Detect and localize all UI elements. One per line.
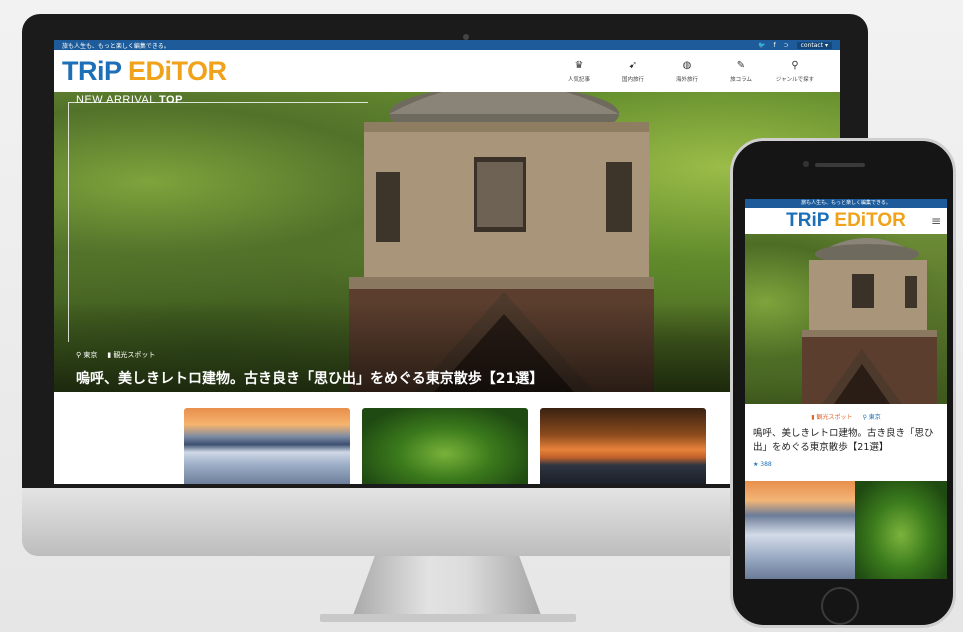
facebook-icon[interactable]: f bbox=[773, 42, 775, 49]
label-new-arrival: NEW ARRIVAL bbox=[76, 94, 160, 106]
nav-column[interactable]: ✎ 旅コラム bbox=[718, 60, 764, 83]
logo-part-trip: TRiP bbox=[62, 55, 122, 86]
desktop-screen: 旅も人生も、もっと楽しく編集できる。 🐦 f ⊃ contact ▾ TRiP … bbox=[54, 40, 840, 484]
thumb-sea-of-clouds[interactable] bbox=[745, 481, 855, 579]
category-text: 観光スポット bbox=[113, 351, 156, 359]
hero-section-label: NEW ARRIVAL TOP bbox=[76, 94, 183, 106]
mobile-category[interactable]: ▮ 観光スポット bbox=[811, 412, 852, 421]
thumb-sea-of-clouds[interactable] bbox=[184, 408, 350, 484]
nav-label: 人気記事 bbox=[567, 76, 590, 83]
thumb-moss-forest[interactable] bbox=[855, 481, 947, 579]
logo-part-editor: EDiTOR bbox=[128, 55, 227, 86]
twitter-icon[interactable]: 🐦 bbox=[758, 42, 765, 49]
mobile-meta: ▮ 観光スポット ⚲ 東京 bbox=[745, 412, 947, 421]
column-icon: ✎ bbox=[736, 59, 746, 71]
desktop-header: TRiP EDiTOR ♛ 人気記事 ➹ 国内旅行 ◍ 海外旅行 ✎ 旅コラム … bbox=[54, 50, 840, 92]
topbar-links: 🐦 f ⊃ contact ▾ bbox=[758, 41, 832, 49]
contact-link[interactable]: contact ▾ bbox=[796, 41, 832, 49]
mobile-site-logo[interactable]: TRiP EDiTOR bbox=[786, 210, 906, 232]
nav-popular[interactable]: ♛ 人気記事 bbox=[556, 60, 602, 83]
phone-speaker bbox=[815, 163, 865, 167]
mobile-location[interactable]: ⚲ 東京 bbox=[862, 412, 880, 421]
nav-label: 国内旅行 bbox=[621, 76, 644, 83]
nav-domestic[interactable]: ➹ 国内旅行 bbox=[610, 60, 656, 83]
main-nav: ♛ 人気記事 ➹ 国内旅行 ◍ 海外旅行 ✎ 旅コラム ⚲ ジャンルで探す bbox=[556, 60, 818, 83]
nav-label: 海外旅行 bbox=[675, 76, 698, 83]
observatory-tower-image bbox=[802, 238, 937, 404]
nav-overseas[interactable]: ◍ 海外旅行 bbox=[664, 60, 710, 83]
hero-banner[interactable]: NEW ARRIVAL TOP ⚲ 東京 ▮ 観光スポット 嗚呼、美しきレトロ建… bbox=[54, 92, 840, 392]
location-text: 東京 bbox=[83, 351, 98, 359]
mobile-like-count: ★ 388 bbox=[753, 460, 772, 468]
imac-stand-base bbox=[320, 614, 576, 622]
nav-genre-search[interactable]: ⚲ ジャンルで探す bbox=[772, 60, 818, 83]
tagline: 旅も人生も、もっと楽しく編集できる。 bbox=[62, 42, 170, 50]
mobile-article-title[interactable]: 嗚呼、美しきレトロ建物。古き良き「思ひ出」をめぐる東京散歩【21選】 bbox=[745, 421, 947, 455]
device-mockup-stage: 旅も人生も、もっと楽しく編集できる。 🐦 f ⊃ contact ▾ TRiP … bbox=[0, 0, 963, 632]
hero-location[interactable]: ⚲ 東京 bbox=[76, 350, 97, 360]
rss-icon[interactable]: ⊃ bbox=[784, 42, 789, 49]
home-button[interactable] bbox=[821, 587, 859, 625]
hamburger-menu-icon[interactable]: ≡ bbox=[931, 214, 941, 228]
thumb-eclipse-sunset[interactable] bbox=[540, 408, 706, 484]
category-text: 観光スポット bbox=[816, 414, 853, 421]
thumb-moss-forest[interactable] bbox=[362, 408, 528, 484]
mobile-hero-image[interactable] bbox=[745, 234, 947, 404]
globe-icon: ◍ bbox=[682, 59, 692, 71]
nav-label: 旅コラム bbox=[730, 76, 752, 83]
popular-icon: ♛ bbox=[574, 59, 584, 71]
hero-meta: ⚲ 東京 ▮ 観光スポット bbox=[76, 350, 155, 360]
nav-label: ジャンルで探す bbox=[775, 76, 815, 83]
desktop-topbar: 旅も人生も、もっと楽しく編集できる。 🐦 f ⊃ contact ▾ bbox=[54, 40, 840, 50]
location-text: 東京 bbox=[868, 414, 881, 421]
hero-category[interactable]: ▮ 観光スポット bbox=[107, 350, 155, 360]
mobile-topbar: 旅も人生も、もっと楽しく編集できる。 bbox=[745, 199, 947, 208]
mobile-screen: 旅も人生も、もっと楽しく編集できる。 TRiP EDiTOR ≡ ▮ 観光スポッ… bbox=[745, 199, 947, 579]
smartphone-frame: 旅も人生も、もっと楽しく編集できる。 TRiP EDiTOR ≡ ▮ 観光スポッ… bbox=[730, 138, 956, 628]
mobile-header: TRiP EDiTOR ≡ bbox=[745, 208, 947, 234]
imac-stand bbox=[352, 556, 542, 618]
logo-part-editor: EDiTOR bbox=[834, 210, 906, 231]
site-logo[interactable]: TRiP EDiTOR bbox=[62, 56, 227, 87]
phone-camera-icon bbox=[803, 161, 809, 167]
search-icon: ⚲ bbox=[791, 59, 799, 71]
mobile-thumbnails bbox=[745, 481, 947, 579]
hero-frame-line bbox=[68, 102, 368, 342]
hero-article-title[interactable]: 嗚呼、美しきレトロ建物。古き良き「思ひ出」をめぐる東京散歩【21選】 bbox=[76, 368, 543, 388]
label-top: TOP bbox=[159, 94, 183, 106]
article-thumbnails bbox=[184, 408, 706, 484]
logo-part-trip: TRiP bbox=[786, 210, 830, 231]
domestic-icon: ➹ bbox=[628, 59, 638, 71]
